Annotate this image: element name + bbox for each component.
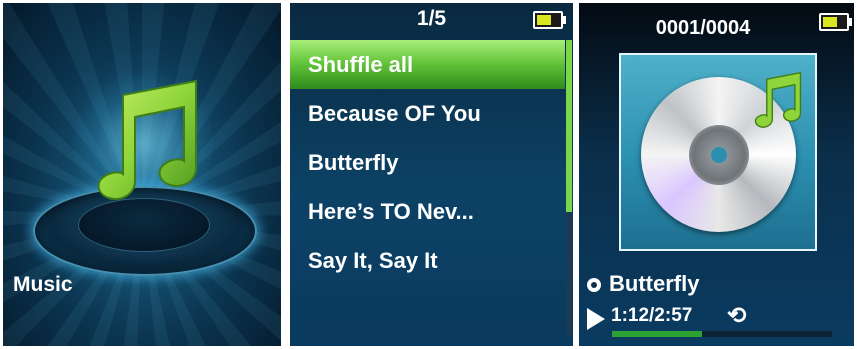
battery-icon — [819, 13, 852, 31]
music-note-icon — [754, 71, 802, 128]
song-list-screen: 1/5 Shuffle all Because OF You Butterfly… — [290, 3, 573, 346]
cd-hole — [711, 147, 727, 163]
scrollbar-thumb[interactable] — [566, 40, 572, 212]
list-item[interactable]: Because OF You — [290, 89, 565, 138]
repeat-icon[interactable]: ⟲ — [727, 302, 746, 329]
album-art — [619, 53, 817, 251]
music-label[interactable]: Music — [13, 273, 73, 297]
pedestal-hole — [78, 198, 210, 252]
play-icon[interactable] — [587, 308, 605, 330]
track-counter: 0001/0004 — [655, 17, 751, 39]
music-note-icon[interactable] — [78, 73, 208, 203]
progress-fill — [612, 331, 703, 337]
list-counter: 1/5 — [416, 7, 447, 30]
song-list: Shuffle all Because OF You Butterfly Her… — [290, 40, 565, 285]
music-home-screen: Music — [3, 3, 281, 346]
song-icon — [587, 278, 601, 292]
now-playing-screen: 0001/0004 Butterfly 1:12/2:57 ⟲ — [579, 3, 854, 346]
battery-icon — [533, 11, 566, 29]
list-item-shuffle-all[interactable]: Shuffle all — [290, 40, 565, 89]
playback-time: 1:12/2:57 — [611, 305, 693, 326]
list-item[interactable]: Here’s TO Nev... — [290, 187, 565, 236]
list-item[interactable]: Say It, Say It — [290, 236, 565, 285]
list-item[interactable]: Butterfly — [290, 138, 565, 187]
song-title-text: Butterfly — [609, 271, 700, 296]
song-title: Butterfly — [587, 271, 699, 297]
